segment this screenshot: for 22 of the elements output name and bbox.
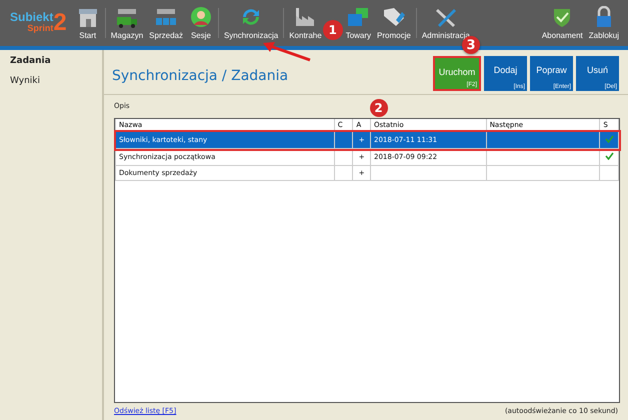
toolbar-button[interactable]: Zablokuj (586, 0, 622, 46)
toolbar-button[interactable]: Towary (342, 0, 374, 46)
toolbar-button[interactable]: Sesje (186, 0, 216, 46)
sidebar-item[interactable]: Zadania (10, 56, 102, 66)
person-icon (188, 6, 213, 28)
toolbar-button[interactable]: Magazyn (108, 0, 146, 46)
truck-icon (114, 6, 139, 28)
toolbar-button[interactable]: Synchronizacja (220, 0, 282, 46)
tag-icon (382, 6, 406, 28)
toolbar-button[interactable]: Abonament (538, 0, 586, 46)
sidebar-item[interactable]: Wyniki (10, 76, 102, 86)
callout-badge: 1 (322, 20, 343, 40)
toolbar-button[interactable]: Start (72, 0, 103, 46)
toolbar-button[interactable]: Kontrahe (286, 0, 325, 46)
tools-icon (434, 6, 458, 28)
toolbar-button[interactable]: Sprzedaż (146, 0, 186, 46)
page-title: Synchronizacja / Zadania (112, 68, 288, 84)
callout-arrow (262, 40, 312, 62)
boxes-icon (346, 6, 370, 28)
store-icon (154, 6, 178, 28)
toolbar-button[interactable]: Promocje (374, 0, 414, 46)
callout-badge: 2 (370, 99, 388, 117)
